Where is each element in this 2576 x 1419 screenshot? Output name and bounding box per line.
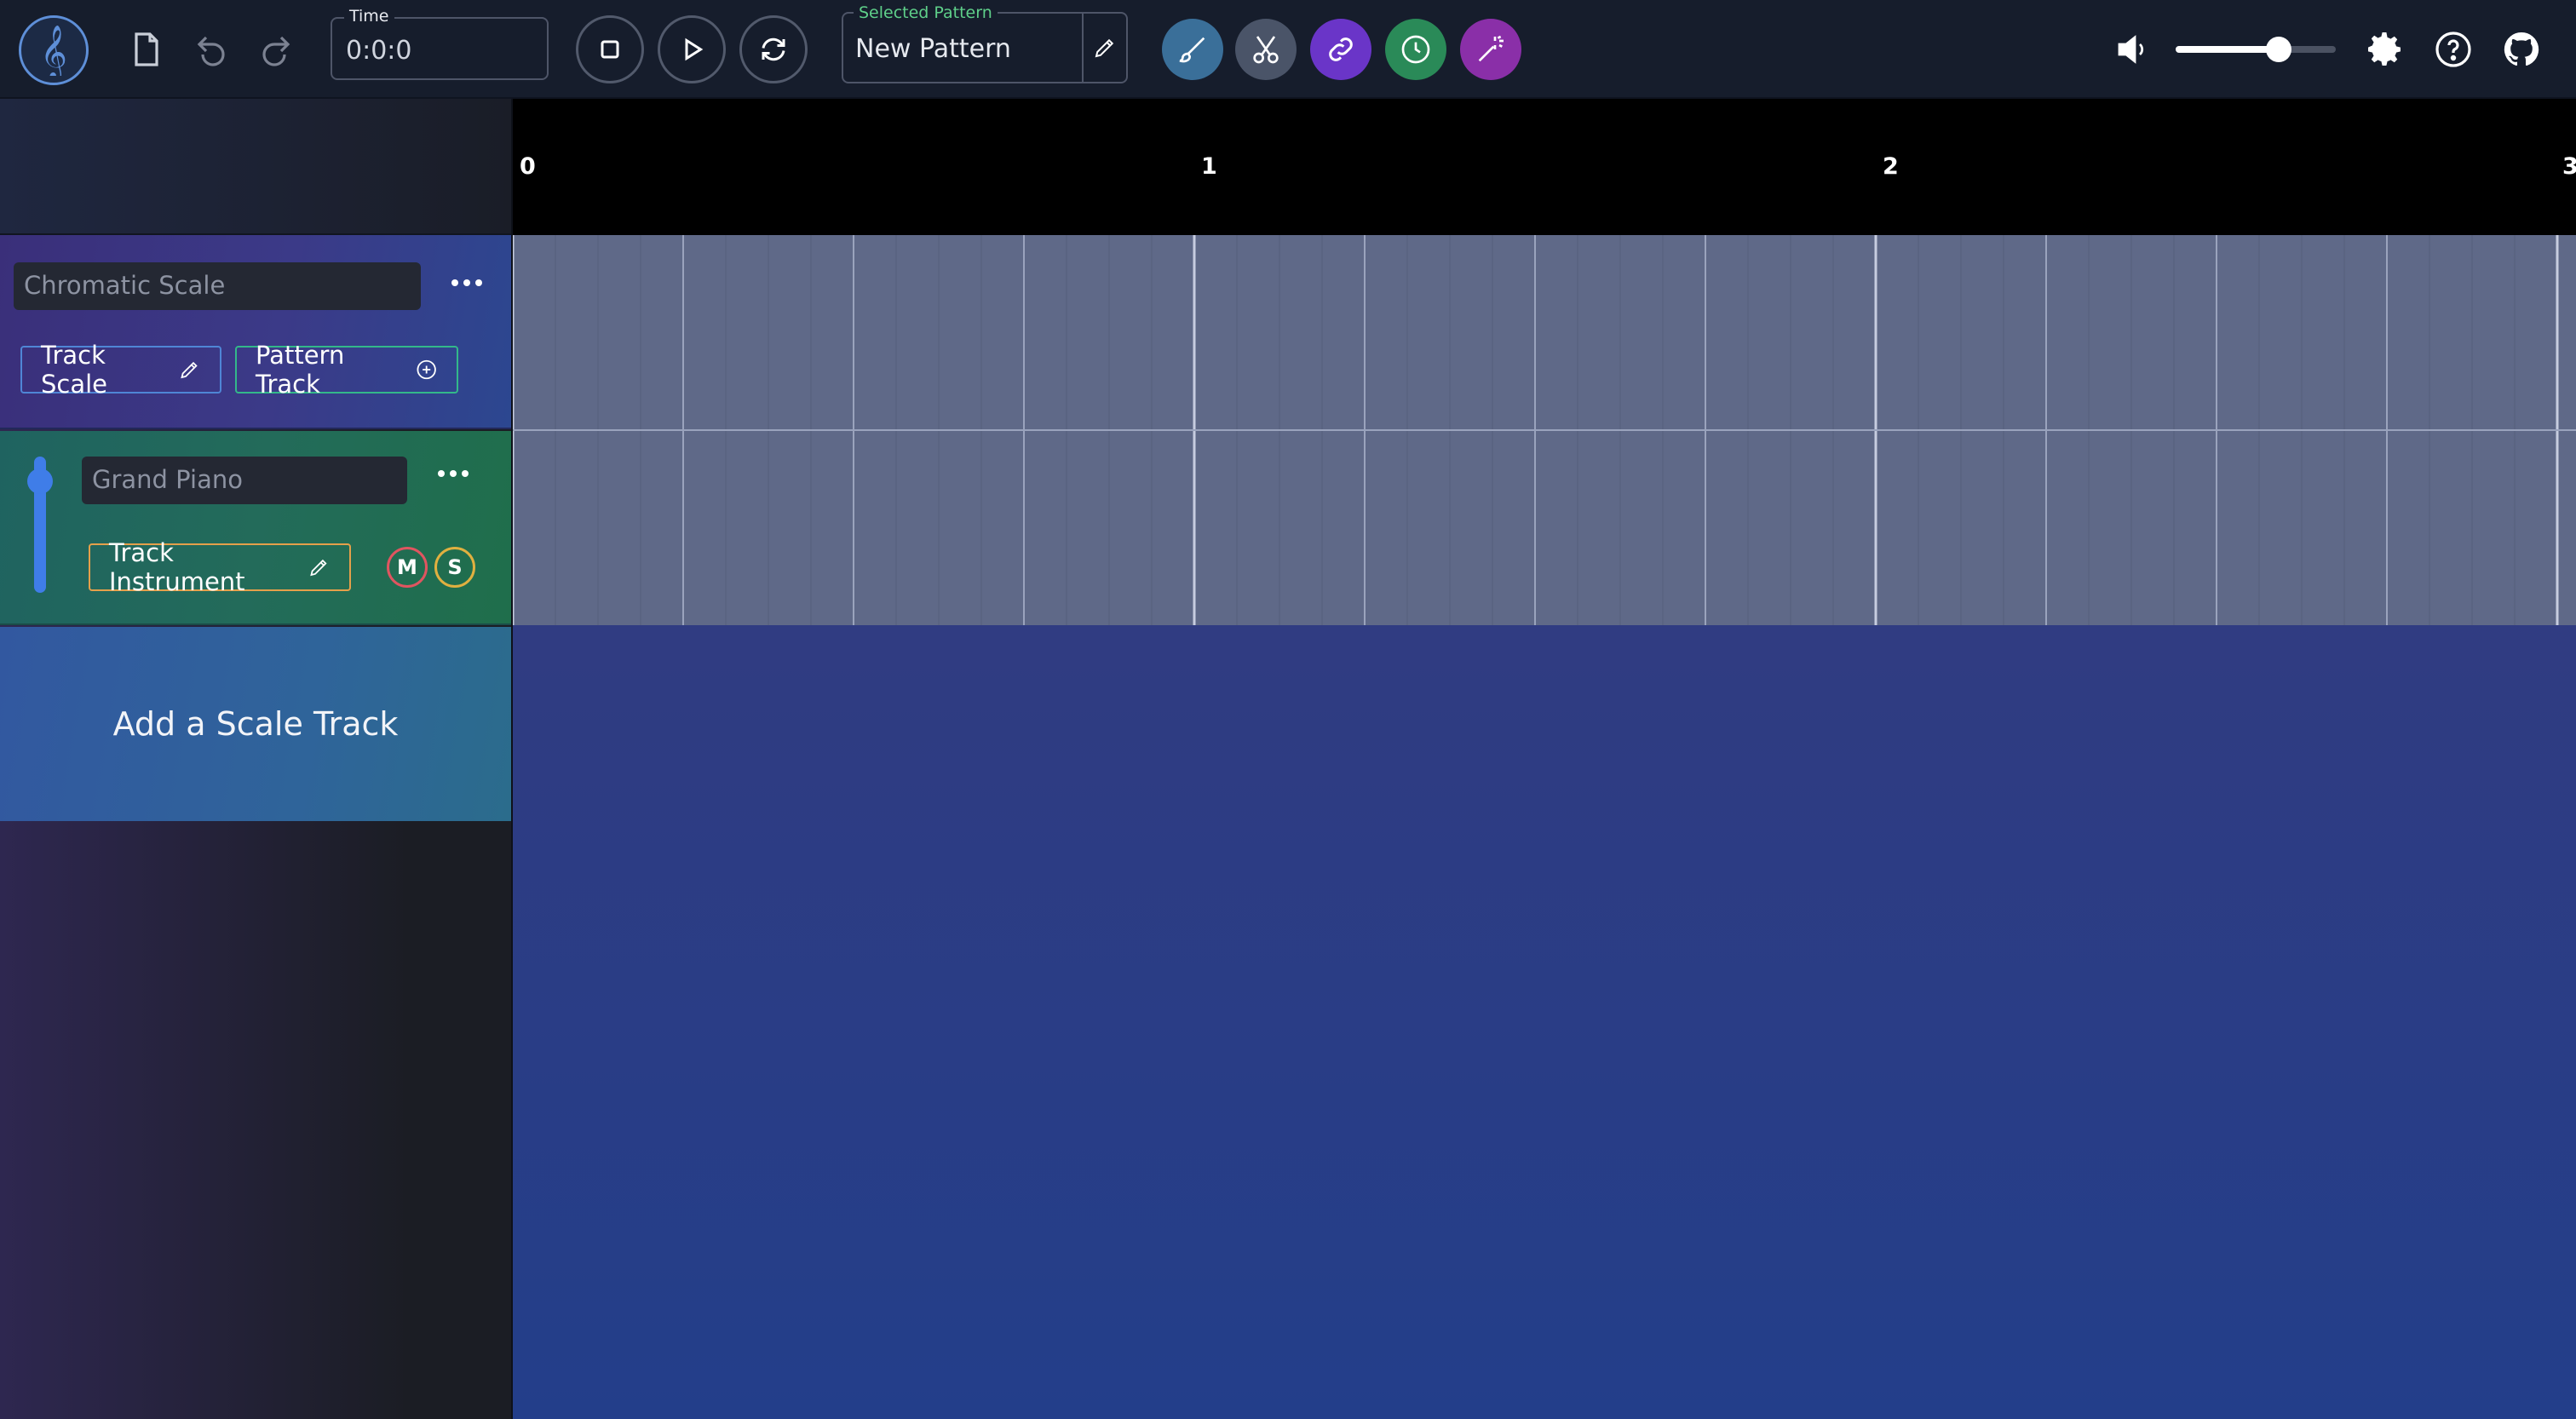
volume-icon[interactable] xyxy=(2106,22,2160,77)
clock-icon xyxy=(1401,35,1430,64)
clock-tool-button[interactable] xyxy=(1385,19,1446,80)
link-tool-button[interactable] xyxy=(1310,19,1371,80)
timeline-area[interactable]: 0 1 2 3 xyxy=(511,99,2576,1419)
ruler-corner xyxy=(0,99,511,235)
gear-icon[interactable] xyxy=(2358,22,2412,77)
pencil-icon xyxy=(310,559,327,577)
ruler-label-2: 2 xyxy=(1883,153,1899,180)
scale-track-name-input[interactable]: Chromatic Scale xyxy=(14,262,421,310)
app-root: 𝄞 Time 0:0:0 Selected Pattern New Patter… xyxy=(0,0,2576,1419)
timeline-ruler[interactable]: 0 1 2 3 xyxy=(513,99,2576,235)
time-value: 0:0:0 xyxy=(346,36,412,66)
brush-tool-button[interactable] xyxy=(1162,19,1223,80)
time-field[interactable]: Time 0:0:0 xyxy=(331,7,549,80)
track-scale-button[interactable]: Track Scale xyxy=(20,341,221,399)
github-icon[interactable] xyxy=(2494,22,2549,77)
file-icon[interactable] xyxy=(119,22,174,77)
magic-wand-tool-button[interactable] xyxy=(1460,19,1521,80)
track-header-column: Chromatic Scale Track Scale Pattern Trac… xyxy=(0,99,511,1419)
add-circle-icon xyxy=(417,359,436,380)
add-scale-track-button[interactable]: Add a Scale Track xyxy=(0,627,511,821)
svg-text:𝄞: 𝄞 xyxy=(40,25,67,76)
pencil-icon xyxy=(181,361,198,379)
instrument-volume-slider-thumb[interactable] xyxy=(27,468,53,494)
time-label: Time xyxy=(344,7,394,26)
volume-slider-thumb[interactable] xyxy=(2266,37,2291,62)
scissors-icon xyxy=(1253,36,1279,64)
ruler-label-1: 1 xyxy=(1201,153,1217,180)
play-button[interactable] xyxy=(658,15,726,83)
selected-pattern-label: Selected Pattern xyxy=(854,3,998,22)
mute-button[interactable]: M xyxy=(387,547,428,588)
undo-icon[interactable] xyxy=(184,22,239,77)
scale-track-header: Chromatic Scale Track Scale Pattern Trac… xyxy=(0,235,511,429)
instrument-track-header: Grand Piano Track Instrument M S xyxy=(0,431,511,625)
help-icon[interactable] xyxy=(2426,22,2481,77)
link-icon xyxy=(1329,37,1353,61)
play-icon xyxy=(685,37,704,61)
track-grid[interactable] xyxy=(513,235,2576,625)
track-scale-label: Track Scale xyxy=(41,341,108,399)
top-navbar: 𝄞 Time 0:0:0 Selected Pattern New Patter… xyxy=(0,0,2576,99)
track-instrument-button[interactable]: Track Instrument xyxy=(89,538,351,596)
selected-pattern-value: New Pattern xyxy=(855,34,1011,64)
stop-button[interactable] xyxy=(576,15,644,83)
magic-wand-icon xyxy=(1478,35,1504,62)
solo-button[interactable]: S xyxy=(434,547,475,588)
brush-icon xyxy=(1179,37,1205,63)
more-dots-icon[interactable] xyxy=(428,457,479,491)
volume-slider-fill xyxy=(2176,46,2278,53)
more-dots-icon[interactable] xyxy=(441,266,492,300)
pencil-icon[interactable] xyxy=(1082,14,1126,82)
ruler-label-0: 0 xyxy=(520,153,536,180)
loop-icon xyxy=(762,37,785,61)
selected-pattern-field[interactable]: Selected Pattern New Pattern xyxy=(842,3,1128,83)
track-instrument-label: Track Instrument xyxy=(109,538,245,596)
instrument-track-name-input[interactable]: Grand Piano xyxy=(82,457,407,504)
loop-button[interactable] xyxy=(739,15,808,83)
scissors-tool-button[interactable] xyxy=(1235,19,1297,80)
pattern-track-button[interactable]: Pattern Track xyxy=(235,341,458,399)
stop-icon xyxy=(601,40,619,59)
treble-clef-icon[interactable]: 𝄞 xyxy=(19,15,89,85)
redo-icon[interactable] xyxy=(249,22,303,77)
pattern-track-label: Pattern Track xyxy=(256,341,345,399)
ruler-label-3: 3 xyxy=(2562,153,2576,180)
